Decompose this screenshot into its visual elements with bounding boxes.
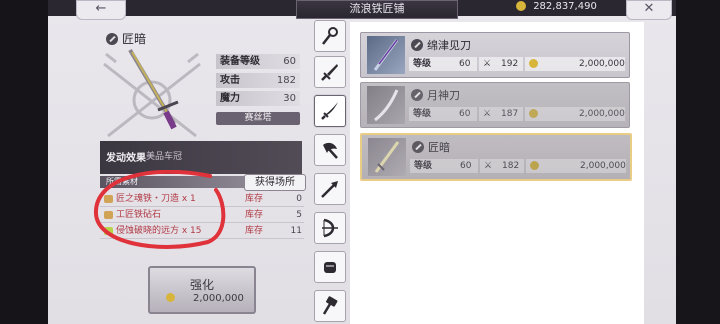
level-label: 等级: [413, 109, 432, 119]
back-arrow-icon: ←: [95, 1, 107, 16]
katana-icon: [411, 89, 423, 101]
tab-fist[interactable]: [314, 251, 346, 283]
stat-magic: 魔力 30: [216, 91, 300, 106]
price-value: 2,000,000: [579, 109, 625, 119]
weapon-thumbnail: [367, 86, 405, 124]
spear-icon: [321, 181, 338, 198]
left-bezel: [0, 0, 48, 324]
tab-axe[interactable]: [314, 134, 346, 166]
level-value: 60: [460, 161, 472, 171]
blade-image: [374, 89, 399, 122]
attack-value: 192: [501, 59, 519, 69]
page-title: 流浪铁匠铺: [296, 0, 458, 19]
knife-icon: [321, 64, 338, 81]
level-value: 60: [459, 59, 471, 69]
right-bezel: [676, 0, 720, 324]
weapon-stats: 等级 60 ⚔ 182 2,000,000: [410, 159, 626, 173]
tab-bow[interactable]: [314, 212, 346, 244]
weapon-stats: 等级 60 ⚔ 192 2,000,000: [409, 57, 625, 71]
coin-icon: [516, 1, 526, 11]
tab-spear[interactable]: [314, 173, 346, 205]
attack-value: 187: [501, 109, 519, 119]
effect-desc: 美品车冠: [146, 152, 183, 162]
weapon-name: 匠暗: [412, 139, 450, 155]
acquire-location-button[interactable]: 获得场所: [244, 174, 306, 191]
tab-staff[interactable]: [314, 20, 346, 52]
tab-katana[interactable]: [314, 95, 346, 127]
blade-image: [373, 39, 399, 71]
stat-attack: 攻击 182: [216, 73, 300, 88]
enhance-button[interactable]: 强化 2,000,000: [148, 266, 256, 314]
currency-display: 282,837,490: [510, 0, 625, 16]
coin-icon: [529, 109, 538, 118]
tab-dagger[interactable]: [314, 56, 346, 88]
coin-icon: [530, 161, 539, 170]
level-label: 等级: [413, 59, 432, 69]
weapon-illustration: [103, 48, 201, 138]
red-circle-annotation: [93, 170, 226, 249]
effect-label: 发动效果: [106, 153, 146, 164]
weapon-name: 绵津见刀: [411, 37, 471, 53]
enhance-cost: 2,000,000: [166, 293, 244, 304]
weapon-thumbnail: [368, 138, 406, 176]
weapon-stats: 等级 60 ⚔ 187 2,000,000: [409, 107, 625, 121]
tab-hammer[interactable]: [314, 290, 346, 322]
stat-equip-level: 装备等级 60: [216, 54, 300, 69]
katana-icon: [411, 39, 423, 51]
bow-icon: [322, 218, 338, 238]
sword-icon: [321, 102, 338, 120]
blade-image: [374, 141, 400, 173]
close-button[interactable]: ✕: [626, 0, 672, 20]
back-button[interactable]: ←: [76, 0, 126, 20]
close-icon: ✕: [643, 1, 655, 16]
weapon-list-item[interactable]: 月神刀 等级 60 ⚔ 187 2,000,000: [360, 82, 630, 128]
weapon-thumbnail: [367, 36, 405, 74]
price-value: 2,000,000: [579, 59, 625, 69]
attack-icon: ⚔: [484, 161, 493, 171]
attack-value: 182: [502, 161, 520, 171]
weapon-list-item[interactable]: 绵津见刀 等级 60 ⚔ 192 2,000,000: [360, 32, 630, 78]
attack-icon: ⚔: [483, 59, 492, 69]
weapon-name: 月神刀: [411, 87, 460, 103]
price-value: 2,000,000: [580, 161, 626, 171]
level-value: 60: [459, 109, 471, 119]
axe-icon: [323, 142, 338, 159]
weapon-list-item-selected[interactable]: 匠暗 等级 60 ⚔ 182 2,000,000: [360, 133, 632, 181]
coin-icon: [166, 293, 175, 302]
level-label: 等级: [414, 161, 433, 171]
katana-icon: [412, 141, 424, 153]
currency-amount: 282,837,490: [533, 1, 597, 12]
character-tag: 赛丝塔: [216, 112, 300, 125]
hammer-icon: [322, 296, 338, 315]
staff-icon: [322, 27, 338, 45]
game-screen: ← 流浪铁匠铺 282,837,490 ✕ 匠暗 装备等级 60 攻击 182 …: [0, 0, 720, 324]
fist-icon: [324, 262, 336, 273]
coin-icon: [529, 59, 538, 68]
enhance-label: 强化: [189, 278, 214, 292]
attack-icon: ⚔: [483, 109, 492, 119]
